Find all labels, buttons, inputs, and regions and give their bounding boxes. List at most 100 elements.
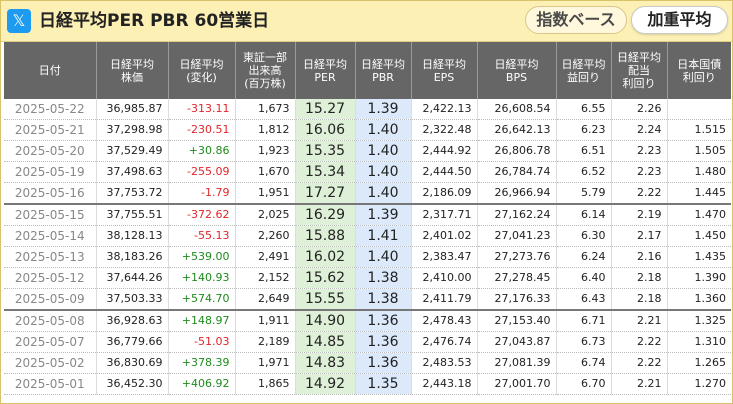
cell-earnings-yield: 6.51	[556, 140, 612, 162]
cell-bps: 27,162.24	[477, 204, 557, 226]
table-row: 2025-05-07 36,779.66 -51.03 2,189 14.85 1.36 2…	[4, 331, 731, 353]
column-header-jgb-yield: 日本国債 利回り	[667, 42, 731, 99]
cell-price: 37,753.72	[96, 182, 169, 205]
column-header-bps: 日経平均 BPS	[477, 42, 557, 99]
cell-volume: 1,971	[235, 352, 296, 374]
cell-volume: 1,812	[235, 119, 296, 141]
cell-jgb-yield	[667, 99, 731, 120]
cell-eps: 2,444.50	[411, 161, 478, 183]
cell-date: 2025-05-02	[4, 352, 97, 374]
cell-bps: 27,001.70	[477, 373, 557, 395]
column-header-label: 日付	[38, 64, 61, 77]
column-header-label: 日経平均	[110, 57, 154, 71]
tab-index-based[interactable]: 指数ベース	[525, 6, 627, 34]
cell-earnings-yield: 6.14	[556, 204, 612, 226]
cell-date: 2025-05-13	[4, 246, 97, 268]
cell-change: +140.93	[168, 267, 236, 289]
cell-pbr: 1.40	[355, 140, 412, 162]
cell-date: 2025-05-08	[4, 310, 97, 332]
cell-change: +574.70	[168, 288, 236, 311]
cell-dividend-yield: 2.21	[611, 373, 668, 395]
cell-per: 15.88	[295, 225, 356, 247]
cell-change: -313.11	[168, 99, 236, 120]
cell-volume: 1,951	[235, 182, 296, 205]
cell-eps: 2,476.74	[411, 331, 478, 353]
cell-volume: 1,673	[235, 99, 296, 120]
cell-pbr: 1.36	[355, 352, 412, 374]
cell-earnings-yield: 6.74	[556, 352, 612, 374]
cell-change: -230.51	[168, 119, 236, 141]
cell-bps: 27,081.39	[477, 352, 557, 374]
cell-per: 15.55	[295, 288, 356, 311]
cell-jgb-yield: 1.450	[667, 225, 731, 247]
cell-volume: 2,491	[235, 246, 296, 268]
cell-per: 14.90	[295, 310, 356, 332]
cell-per: 17.27	[295, 182, 356, 205]
cell-pbr: 1.39	[355, 99, 412, 120]
cell-eps: 2,483.53	[411, 352, 478, 374]
cell-earnings-yield: 6.55	[556, 99, 612, 120]
cell-bps: 26,784.74	[477, 161, 557, 183]
cell-change: +539.00	[168, 246, 236, 268]
cell-jgb-yield: 1.310	[667, 331, 731, 353]
tab-weighted-average[interactable]: 加重平均	[631, 6, 728, 34]
cell-eps: 2,401.02	[411, 225, 478, 247]
cell-pbr: 1.35	[355, 373, 412, 395]
column-header-per: 日経平均 PER	[295, 42, 356, 99]
widget-header: 𝕏 日経平均PER PBR 60営業日 指数ベース 加重平均	[1, 1, 732, 42]
cell-per: 15.62	[295, 267, 356, 289]
table-row: 2025-05-16 37,753.72 -1.79 1,951 17.27 1.40 2,…	[4, 182, 731, 205]
table-row: 2025-05-02 36,830.69 +378.39 1,971 14.83 1.36…	[4, 352, 731, 374]
cell-date: 2025-05-07	[4, 331, 97, 353]
cell-volume: 2,152	[235, 267, 296, 289]
cell-jgb-yield: 1.360	[667, 288, 731, 311]
cell-pbr: 1.40	[355, 119, 412, 141]
table-row: 2025-05-22 36,985.87 -313.11 1,673 15.27 1.39…	[4, 99, 731, 120]
cell-per: 16.06	[295, 119, 356, 141]
cell-change: -255.09	[168, 161, 236, 183]
cell-dividend-yield: 2.21	[611, 310, 668, 332]
table-row: 2025-05-19 37,498.63 -255.09 1,670 15.34 1.40…	[4, 161, 731, 183]
cell-date: 2025-05-09	[4, 288, 97, 311]
per-pbr-table: 日付 日経平均 株価 日経平均 (変化) 東証一部 出来高 (百万株) 日経平均 PER 日経平均 P…	[4, 42, 731, 395]
cell-price: 38,128.13	[96, 225, 169, 247]
cell-dividend-yield: 2.23	[611, 161, 668, 183]
column-header-earnings-yield: 日経平均 益回り	[556, 42, 612, 99]
cell-date: 2025-05-19	[4, 161, 97, 183]
column-header-eps: 日経平均 EPS	[411, 42, 478, 99]
column-header-label: 日経平均	[561, 57, 606, 71]
cell-earnings-yield: 5.79	[556, 182, 612, 205]
per-pbr-widget: 𝕏 日経平均PER PBR 60営業日 指数ベース 加重平均 日付 日経平均 株価日…	[0, 0, 733, 404]
cell-jgb-yield: 1.480	[667, 161, 731, 183]
cell-date: 2025-05-12	[4, 267, 97, 289]
column-header-label: 益回り	[567, 70, 600, 84]
cell-date: 2025-05-22	[4, 99, 97, 120]
cell-jgb-yield: 1.505	[667, 140, 731, 162]
table-header-row: 日付 日経平均 株価 日経平均 (変化) 東証一部 出来高 (百万株) 日経平均 PER 日経平均 P…	[4, 42, 731, 99]
cell-price: 37,498.63	[96, 161, 169, 183]
cell-bps: 26,806.78	[477, 140, 557, 162]
cell-price: 36,452.30	[96, 373, 169, 395]
cell-earnings-yield: 6.40	[556, 267, 612, 289]
cell-earnings-yield: 6.30	[556, 225, 612, 247]
cell-volume: 2,025	[235, 204, 296, 226]
cell-per: 15.27	[295, 99, 356, 120]
cell-jgb-yield: 1.435	[667, 246, 731, 268]
column-header-label: 配当	[628, 64, 650, 77]
cell-bps: 27,043.87	[477, 331, 557, 353]
column-header-volume: 東証一部 出来高 (百万株)	[235, 42, 296, 99]
x-logo-icon[interactable]: 𝕏	[7, 9, 31, 33]
cell-volume: 1,865	[235, 373, 296, 395]
table-row: 2025-05-09 37,503.33 +574.70 2,649 15.55 1.38…	[4, 288, 731, 311]
cell-price: 37,644.26	[96, 267, 169, 289]
cell-price: 38,183.26	[96, 246, 169, 268]
cell-price: 36,830.69	[96, 352, 169, 374]
cell-dividend-yield: 2.17	[611, 225, 668, 247]
cell-bps: 27,273.76	[477, 246, 557, 268]
cell-price: 37,529.49	[96, 140, 169, 162]
cell-per: 15.34	[295, 161, 356, 183]
cell-earnings-yield: 6.24	[556, 246, 612, 268]
cell-volume: 1,911	[235, 310, 296, 332]
cell-per: 14.92	[295, 373, 356, 395]
cell-volume: 2,260	[235, 225, 296, 247]
